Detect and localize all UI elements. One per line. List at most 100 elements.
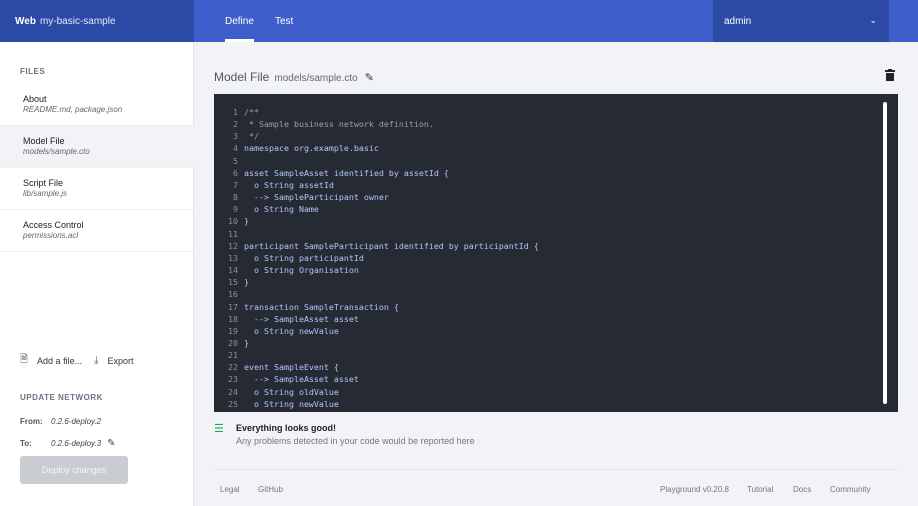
delete-trash-icon[interactable]: [885, 69, 895, 81]
code-editor[interactable]: 1/** 2 * Sample business network definiti…: [214, 94, 898, 412]
code-line[interactable]: 9 o String Name: [214, 203, 539, 215]
page-title: Model File: [214, 70, 270, 84]
code-text: o String Organisation: [244, 265, 359, 276]
code-line[interactable]: 8 --> SampleParticipant owner: [214, 191, 539, 203]
code-line[interactable]: 6 asset SampleAsset identified by assetId…: [214, 167, 539, 179]
export-button[interactable]: Export: [108, 356, 134, 366]
line-number: 6: [233, 167, 238, 178]
code-line[interactable]: 22 event SampleEvent {: [214, 361, 539, 373]
line-number: 13: [228, 252, 238, 263]
file-path-label: models/sample.cto: [274, 73, 358, 84]
code-text: o String newValue: [244, 325, 339, 336]
line-number: 24: [228, 386, 238, 397]
chevron-down-icon: ⌄: [869, 15, 877, 25]
code-line[interactable]: 11: [214, 228, 539, 240]
code-line[interactable]: 24 o String oldValue: [214, 386, 539, 398]
file-icon: 🗎: [20, 354, 29, 365]
to-version: 0.2.6-deploy.3: [51, 439, 102, 448]
code-line[interactable]: 2 * Sample business network definition.: [214, 118, 539, 130]
file-path: permissions.acl: [23, 231, 79, 240]
code-text: asset SampleAsset identified by assetId …: [244, 167, 449, 178]
line-number: 3: [233, 131, 238, 142]
deploy-changes-button[interactable]: Deploy changes: [20, 456, 128, 484]
code-line[interactable]: 4 namespace org.example.basic: [214, 142, 539, 154]
line-number: 19: [228, 325, 238, 336]
line-number: 18: [228, 313, 238, 324]
edit-version-pencil-icon[interactable]: ✎: [107, 438, 115, 449]
file-item-model[interactable]: Model File models/sample.cto: [0, 126, 194, 168]
line-number: 10: [228, 216, 238, 227]
file-title-bar: Model File models/sample.cto ✎: [214, 70, 374, 84]
code-line[interactable]: 7 o String assetId: [214, 179, 539, 191]
code-text: o String assetId: [244, 179, 334, 190]
code-text: }: [244, 277, 249, 288]
code-line[interactable]: 5: [214, 155, 539, 167]
code-text: o String newValue: [244, 398, 339, 409]
footer-github-link[interactable]: GitHub: [258, 485, 283, 494]
file-item-acl[interactable]: Access Control permissions.acl: [0, 210, 194, 252]
code-line[interactable]: 18 --> SampleAsset asset: [214, 313, 539, 325]
user-dropdown[interactable]: admin ⌄: [713, 0, 889, 42]
line-number: 23: [228, 374, 238, 385]
line-number: 4: [233, 143, 238, 154]
checklist-icon: ☰: [214, 423, 224, 435]
code-line[interactable]: 17 transaction SampleTransaction {: [214, 301, 539, 313]
top-bar: Web my-basic-sample Define Test admin ⌄: [0, 0, 918, 42]
add-file-button[interactable]: Add a file...: [37, 356, 82, 366]
tab-define[interactable]: Define: [225, 0, 254, 42]
from-label: From:: [20, 417, 43, 426]
line-number: 21: [228, 350, 238, 361]
code-text: */: [244, 131, 259, 142]
code-text: * Sample business network definition.: [244, 119, 434, 130]
line-number: 20: [228, 337, 238, 348]
file-item-script[interactable]: Script File lib/sample.js: [0, 168, 194, 210]
code-text: transaction SampleTransaction {: [244, 301, 399, 312]
code-text: --> SampleAsset asset: [244, 313, 359, 324]
code-line[interactable]: 13 o String participantId: [214, 252, 539, 264]
footer-tutorial-link[interactable]: Tutorial: [747, 485, 773, 494]
file-path: lib/sample.js: [23, 189, 68, 198]
file-item-about[interactable]: About README.md, package.json: [0, 84, 194, 126]
file-path: README.md, package.json: [23, 105, 123, 114]
line-number: 7: [233, 179, 238, 190]
app-brand[interactable]: Web my-basic-sample: [0, 0, 194, 42]
code-line[interactable]: 14 o String Organisation: [214, 264, 539, 276]
code-text: /**: [244, 107, 259, 117]
code-line[interactable]: 10}: [214, 215, 539, 227]
footer-legal-link[interactable]: Legal: [220, 485, 240, 494]
brand-web-label: Web: [15, 15, 36, 27]
code-line[interactable]: 12 participant SampleParticipant identifi…: [214, 240, 539, 252]
code-line[interactable]: 21: [214, 349, 539, 361]
code-line[interactable]: 25 o String newValue: [214, 398, 539, 410]
download-icon: ⤓: [94, 355, 99, 366]
footer-docs-link[interactable]: Docs: [793, 485, 811, 494]
user-name: admin: [724, 15, 752, 27]
code-text: o String Name: [244, 204, 319, 215]
code-line[interactable]: 15}: [214, 276, 539, 288]
code-line[interactable]: 19 o String newValue: [214, 325, 539, 337]
code-text: participant SampleParticipant identified…: [244, 240, 539, 251]
code-lines[interactable]: 1/** 2 * Sample business network definiti…: [214, 106, 539, 410]
code-line[interactable]: 23 --> SampleAsset asset: [214, 373, 539, 385]
code-line[interactable]: 20}: [214, 337, 539, 349]
file-name: Model File: [23, 136, 65, 146]
code-line[interactable]: 1 /**: [214, 106, 539, 118]
tab-test[interactable]: Test: [275, 0, 293, 42]
from-version-row: From: 0.2.6-deploy.2: [20, 417, 101, 426]
status-message: Any problems detected in your code would…: [236, 436, 475, 446]
editor-scrollbar[interactable]: [883, 102, 887, 404]
code-text: --> SampleParticipant owner: [244, 192, 389, 203]
code-text: o String oldValue: [244, 386, 339, 397]
from-version: 0.2.6-deploy.2: [51, 417, 102, 426]
tab-test-label: Test: [275, 15, 294, 27]
line-number: 16: [228, 289, 238, 300]
code-text: o String participantId: [244, 252, 364, 263]
code-line[interactable]: 3 */: [214, 130, 539, 142]
line-number: 2: [233, 119, 238, 130]
code-text: namespace org.example.basic: [244, 143, 379, 154]
line-number: 9: [233, 204, 238, 215]
code-line[interactable]: 16: [214, 288, 539, 300]
footer-community-link[interactable]: Community: [830, 485, 870, 494]
status-title: Everything looks good!: [236, 423, 337, 433]
edit-filename-pencil-icon[interactable]: ✎: [365, 71, 374, 84]
